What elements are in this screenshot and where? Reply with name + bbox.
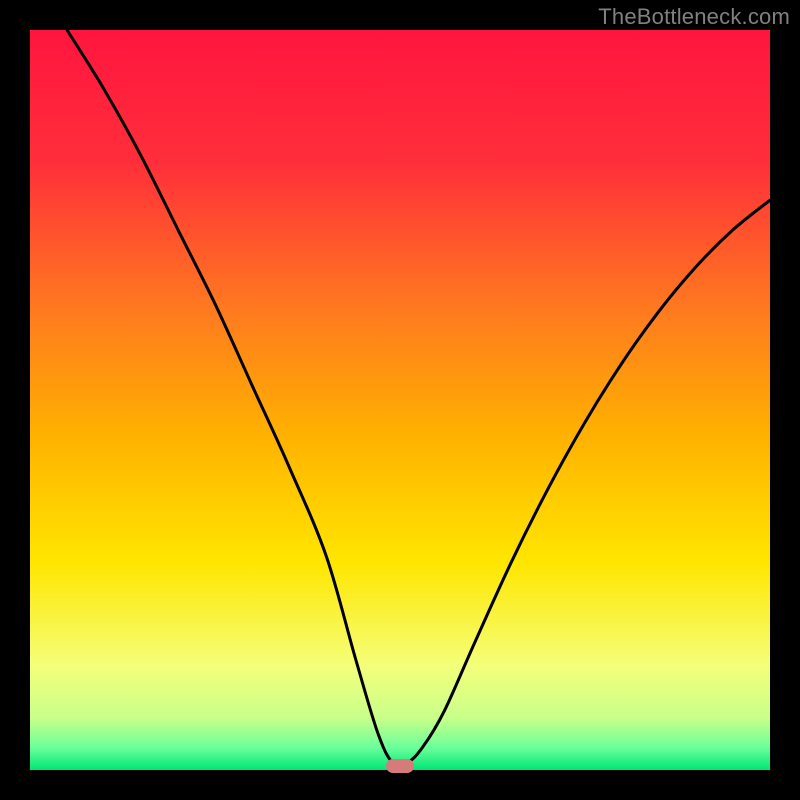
chart-svg — [0, 0, 800, 800]
bottleneck-chart: TheBottleneck.com — [0, 0, 800, 800]
optimal-marker — [386, 759, 414, 773]
attribution-text: TheBottleneck.com — [598, 4, 790, 30]
plot-area — [30, 30, 770, 770]
